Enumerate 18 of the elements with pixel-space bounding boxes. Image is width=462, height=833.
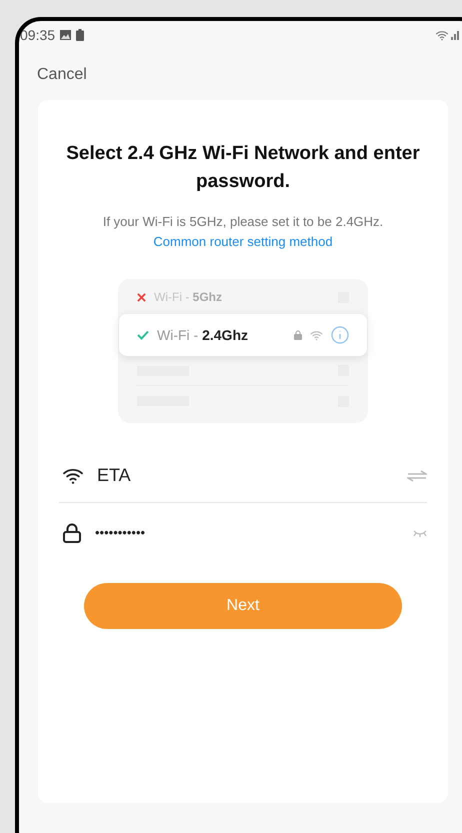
lock-icon [294,330,302,340]
network-label: Wi-Fi - 2.4Ghz [157,326,248,344]
battery-icon [76,29,84,41]
lock-icon [63,523,81,543]
status-time: 09:35 [20,26,56,44]
image-icon [60,30,72,40]
cancel-button[interactable]: Cancel [37,63,87,87]
info-icon [331,326,349,344]
page-title: Select 2.4 GHz Wi-Fi Network and enter password. [65,142,421,194]
wifi-icon [62,466,84,484]
wifi-icon [310,330,323,340]
password-field[interactable]: ••••••••••• [95,523,413,543]
switch-arrows-icon[interactable] [407,470,427,482]
signal-icon [451,30,461,40]
network-name-field[interactable]: ETA [97,462,407,489]
closed-eye-icon[interactable] [413,530,427,536]
wifi-icon [435,30,449,40]
hint-text: If your Wi-Fi is 5GHz, please set it to be 2.4GHz. [102,213,384,231]
